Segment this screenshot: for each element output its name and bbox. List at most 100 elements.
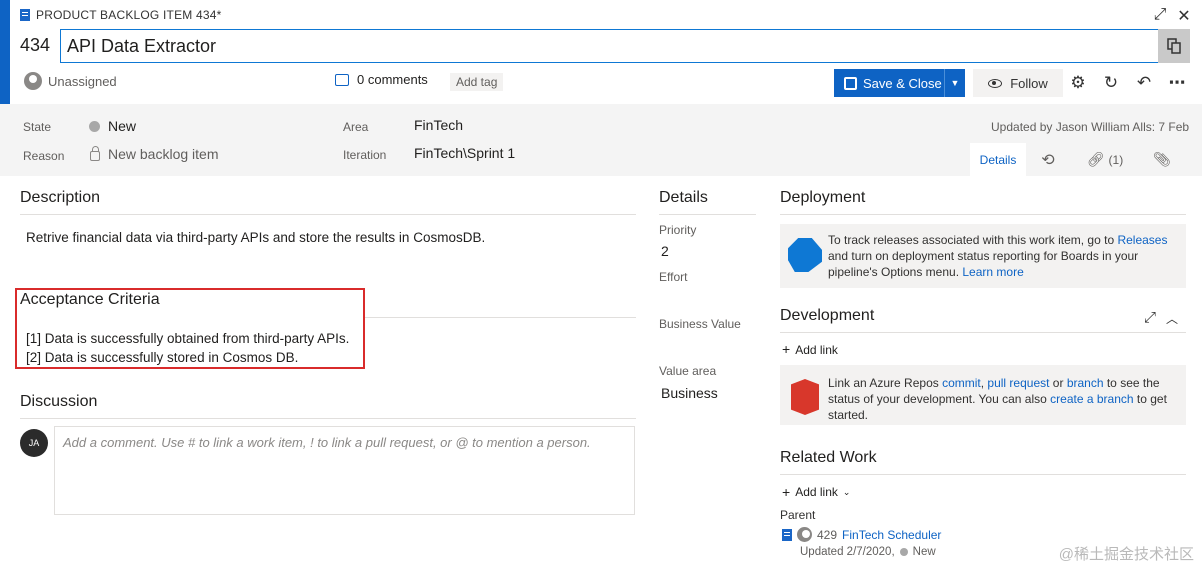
development-text-or: or: [1049, 376, 1067, 390]
link-icon: 🔗︎: [1086, 151, 1105, 167]
state-dot-icon: [89, 120, 100, 132]
discussion-divider: [20, 418, 636, 419]
parent-title-link[interactable]: FinTech Scheduler: [842, 528, 941, 542]
expand-icon[interactable]: ⤢: [1150, 6, 1170, 24]
pull-request-link[interactable]: pull request: [987, 376, 1049, 390]
settings-gear-icon[interactable]: ⚙: [1067, 72, 1089, 94]
title-input[interactable]: [60, 29, 1159, 63]
acceptance-line-1[interactable]: [1] Data is successfully obtained from t…: [26, 331, 349, 346]
development-divider: [780, 332, 1186, 333]
add-tag-button[interactable]: Add tag: [450, 73, 504, 91]
deployment-text-a: To track releases associated with this w…: [828, 233, 1118, 247]
expand-development-icon[interactable]: ⤢: [1144, 309, 1156, 326]
save-options-dropdown[interactable]: ▼: [944, 69, 965, 97]
deployment-divider: [780, 214, 1186, 215]
tab-links[interactable]: 🔗︎ (1): [1070, 143, 1140, 176]
branch-link[interactable]: branch: [1067, 376, 1104, 390]
save-close-button[interactable]: Save & Close: [834, 69, 944, 97]
lock-icon: [90, 145, 100, 161]
description-heading: Description: [20, 189, 101, 206]
refresh-icon[interactable]: ↻: [1100, 72, 1122, 94]
chevron-down-icon: ▼: [950, 78, 960, 88]
collapse-chevron-up-icon[interactable]: ︿: [1166, 310, 1178, 327]
business-value-label: Business Value: [659, 317, 741, 331]
acceptance-line-2[interactable]: [2] Data is successfully stored in Cosmo…: [26, 350, 298, 365]
follow-button[interactable]: Follow: [973, 69, 1063, 97]
azure-repos-icon: [791, 379, 819, 415]
effort-label: Effort: [659, 270, 688, 284]
description-text[interactable]: Retrive financial data via third-party A…: [26, 230, 485, 245]
deployment-rocket-icon: [788, 238, 822, 272]
unassigned-avatar-icon: [24, 72, 42, 90]
comments-count: 0 comments: [357, 72, 428, 87]
priority-label: Priority: [659, 223, 697, 237]
development-text-a: Link an Azure Repos: [828, 376, 943, 390]
iteration-field[interactable]: FinTech\Sprint 1: [414, 145, 515, 161]
tab-history[interactable]: ⟲: [1026, 143, 1070, 176]
work-item-type-label: PRODUCT BACKLOG ITEM 434*: [20, 8, 222, 22]
learn-more-link[interactable]: Learn more: [962, 265, 1023, 279]
eye-icon: [988, 78, 1003, 88]
development-add-link-button[interactable]: + Add link: [782, 341, 838, 357]
acceptance-heading: Acceptance Criteria: [20, 291, 160, 308]
save-close-button-group: Save & Close ▼: [834, 69, 965, 97]
more-actions-icon[interactable]: ⋯: [1166, 72, 1188, 94]
reason-field: New backlog item: [90, 145, 219, 162]
avatar: JA: [20, 429, 48, 457]
parent-label: Parent: [780, 508, 816, 522]
state-value: New: [108, 118, 137, 134]
parent-avatar-icon: [797, 527, 812, 542]
state-label: State: [23, 120, 52, 134]
comments-link[interactable]: 0 comments: [335, 72, 428, 87]
feature-icon: [782, 528, 792, 541]
history-icon: ⟲: [1041, 151, 1055, 169]
state-field[interactable]: New: [89, 118, 136, 134]
parent-item[interactable]: 429 FinTech Scheduler: [782, 527, 941, 542]
paperclip-icon: 📎︎: [1153, 151, 1171, 167]
links-count: (1): [1108, 152, 1124, 167]
details-heading: Details: [659, 189, 708, 206]
work-item-type-text: PRODUCT BACKLOG ITEM 434*: [36, 8, 222, 22]
related-work-heading: Related Work: [780, 449, 877, 466]
comment-input[interactable]: Add a comment. Use # to link a work item…: [54, 426, 635, 515]
updated-by-text: Updated by Jason William Alls: 7 Feb: [991, 120, 1190, 134]
copy-button[interactable]: [1158, 29, 1190, 63]
priority-field[interactable]: 2: [661, 243, 669, 259]
tab-attachments[interactable]: 📎︎: [1140, 143, 1184, 176]
work-item-color-bar: [0, 0, 10, 104]
copy-icon: [1167, 38, 1181, 54]
assignee-picker[interactable]: Unassigned: [24, 72, 117, 90]
area-field[interactable]: FinTech: [414, 117, 463, 133]
reason-label: Reason: [23, 149, 65, 163]
commit-link[interactable]: commit: [942, 376, 981, 390]
acceptance-divider: [365, 317, 636, 318]
reason-value: New backlog item: [108, 146, 219, 162]
parent-state: New: [912, 546, 936, 558]
deployment-info-card: To track releases associated with this w…: [780, 224, 1186, 288]
plus-icon: +: [782, 483, 791, 500]
releases-link[interactable]: Releases: [1117, 233, 1167, 247]
development-add-link-label: Add link: [795, 343, 838, 357]
related-add-link-button[interactable]: + Add link ⌄: [782, 483, 851, 500]
comment-icon: [335, 73, 349, 86]
parent-status: Updated 2/7/2020, New: [800, 546, 936, 558]
discussion-heading: Discussion: [20, 393, 98, 410]
details-divider: [659, 214, 756, 215]
value-area-label: Value area: [659, 364, 717, 378]
work-item-id: 434: [20, 35, 51, 55]
tab-details[interactable]: Details: [970, 143, 1026, 176]
value-area-field[interactable]: Business: [661, 385, 718, 401]
close-icon[interactable]: ✕: [1174, 6, 1194, 26]
watermark: @稀土掘金技术社区: [1058, 546, 1194, 563]
create-branch-link[interactable]: create a branch: [1050, 392, 1133, 406]
plus-icon: +: [782, 341, 791, 357]
chevron-down-icon: ⌄: [842, 486, 851, 497]
related-add-link-label: Add link: [795, 485, 838, 499]
save-close-label: Save & Close: [863, 75, 942, 91]
development-info-card: Link an Azure Repos commit, pull request…: [780, 365, 1186, 425]
backlog-item-icon: [20, 9, 30, 21]
description-divider: [20, 214, 636, 215]
area-label: Area: [343, 120, 369, 134]
undo-icon[interactable]: ↶: [1133, 72, 1155, 94]
save-icon: [844, 76, 857, 90]
